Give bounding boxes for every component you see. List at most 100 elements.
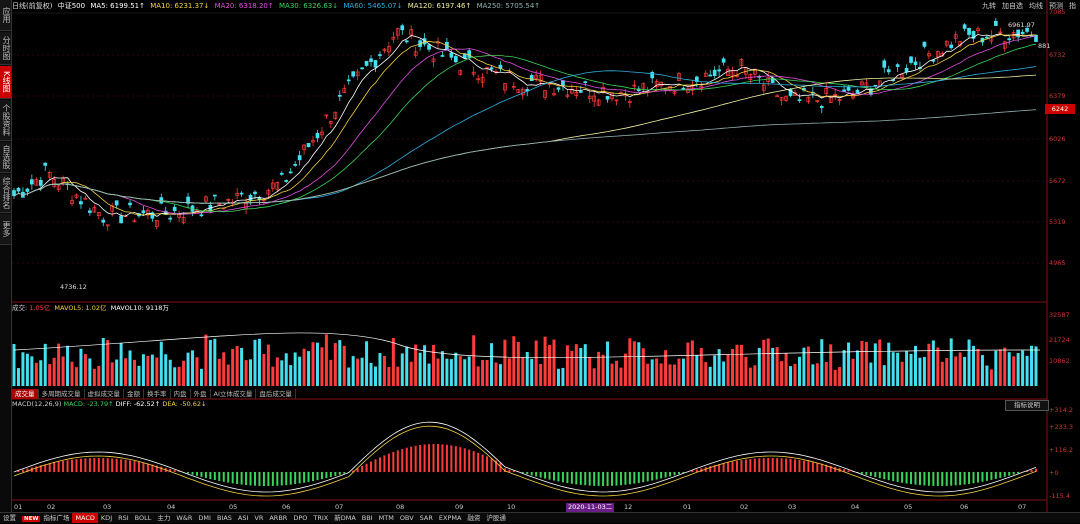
candle-body bbox=[316, 133, 319, 138]
volume-bar bbox=[115, 360, 118, 386]
volume-tab-4[interactable]: 换手率 bbox=[144, 389, 171, 399]
macd-bar bbox=[732, 461, 734, 472]
bottom-tab-19[interactable]: OBV bbox=[397, 513, 417, 523]
candle-body bbox=[910, 57, 913, 63]
bottom-tab-14[interactable]: DPO bbox=[290, 513, 310, 523]
bottom-tab-6[interactable]: BOLL bbox=[132, 513, 155, 523]
macd-bar bbox=[723, 463, 725, 472]
bottom-tab-8[interactable]: W&R bbox=[173, 513, 195, 523]
volume-bar bbox=[48, 364, 51, 386]
volume-bar bbox=[624, 354, 627, 386]
volume-bar bbox=[950, 338, 953, 386]
volume-bar bbox=[981, 355, 984, 386]
volume-bar bbox=[785, 353, 788, 386]
macd-bar bbox=[834, 467, 836, 472]
volume-bar bbox=[253, 340, 256, 386]
volume-bar bbox=[503, 340, 506, 386]
bottom-tab-7[interactable]: 主力 bbox=[154, 513, 173, 523]
bottom-tab-11[interactable]: ASI bbox=[235, 513, 252, 523]
bottom-tab-1[interactable]: NEW bbox=[22, 516, 40, 522]
bottom-tab-0[interactable]: 设置 bbox=[0, 513, 19, 523]
volume-bar bbox=[566, 345, 569, 386]
volume-bar bbox=[910, 354, 913, 386]
kline-chart[interactable] bbox=[0, 0, 1080, 523]
bottom-tab-12[interactable]: VR bbox=[251, 513, 266, 523]
bottom-tab-15[interactable]: TRIX bbox=[310, 513, 331, 523]
volume-bar bbox=[985, 366, 988, 386]
volume-tab-3[interactable]: 金额 bbox=[124, 389, 144, 399]
bottom-tab-17[interactable]: BBI bbox=[359, 513, 376, 523]
volume-bar bbox=[405, 347, 408, 386]
volume-bar bbox=[195, 357, 198, 386]
macd-bar bbox=[459, 447, 461, 472]
bottom-tab-3[interactable]: MACD bbox=[72, 513, 97, 523]
macd-bar bbox=[477, 453, 479, 472]
volume-bar bbox=[548, 345, 551, 386]
macd-bar bbox=[473, 451, 475, 472]
bottom-tab-22[interactable]: 融资 bbox=[464, 513, 483, 523]
macd-bar bbox=[674, 472, 676, 475]
macd-bar bbox=[883, 472, 885, 479]
macd-bar bbox=[321, 472, 323, 479]
volume-bar bbox=[722, 361, 725, 386]
volume-bar bbox=[218, 359, 221, 386]
candle-body bbox=[490, 68, 493, 69]
volume-bar bbox=[124, 358, 127, 386]
volume-bar bbox=[204, 335, 207, 386]
bottom-tab-5[interactable]: RSI bbox=[115, 513, 132, 523]
bottom-tab-13[interactable]: ARBR bbox=[266, 513, 290, 523]
macd-bar bbox=[803, 461, 805, 472]
macd-bar bbox=[624, 472, 626, 485]
volume-bar bbox=[994, 351, 997, 386]
volume-tab-8[interactable]: 盘后成交量 bbox=[256, 389, 296, 399]
macd-bar bbox=[531, 472, 533, 475]
macd-bar bbox=[147, 464, 149, 472]
volume-bar bbox=[494, 363, 497, 386]
volume-tab-7[interactable]: AI立体成交量 bbox=[211, 389, 257, 399]
bottom-tab-2[interactable]: 指标广场 bbox=[40, 513, 72, 523]
date-axis-label: 12 bbox=[624, 503, 632, 511]
volume-tab-5[interactable]: 内盘 bbox=[171, 389, 191, 399]
macd-bar bbox=[781, 458, 783, 472]
macd-bar bbox=[937, 472, 939, 486]
volume-bar bbox=[905, 351, 908, 386]
macd-bar bbox=[254, 472, 256, 486]
bottom-tab-21[interactable]: EXPMA bbox=[436, 513, 465, 523]
macd-bar bbox=[486, 456, 488, 472]
volume-tab-2[interactable]: 虚拟成交量 bbox=[85, 389, 125, 399]
bottom-tab-9[interactable]: DMI bbox=[195, 513, 214, 523]
macd-bar bbox=[575, 472, 577, 484]
bottom-tab-4[interactable]: KDJ bbox=[98, 513, 115, 523]
candle-body bbox=[213, 195, 216, 196]
macd-bar bbox=[696, 469, 698, 472]
macd-bar bbox=[102, 458, 104, 472]
macd-bar bbox=[209, 472, 211, 479]
volume-bar bbox=[329, 360, 332, 386]
indicator-help-button[interactable]: 指标说明 bbox=[1005, 400, 1049, 411]
volume-tab-0[interactable]: 成交量 bbox=[12, 389, 39, 399]
bottom-tab-20[interactable]: SAR bbox=[417, 513, 436, 523]
volume-axis-label: 21724 bbox=[1049, 336, 1070, 344]
macd-bar bbox=[647, 472, 649, 481]
volume-bar bbox=[271, 367, 274, 386]
volume-tab-1[interactable]: 多周期成交量 bbox=[39, 389, 85, 399]
volume-bar bbox=[1026, 356, 1029, 386]
macd-bar bbox=[540, 472, 542, 478]
bottom-tab-10[interactable]: BIAS bbox=[214, 513, 235, 523]
date-axis-label: 03 bbox=[103, 503, 111, 511]
macd-bar bbox=[790, 459, 792, 472]
bottom-tab-16[interactable]: 新DMA bbox=[331, 513, 359, 523]
candle-body bbox=[1021, 32, 1024, 33]
volume-bar bbox=[245, 360, 248, 386]
macd-bar bbox=[861, 472, 863, 474]
bottom-tab-23[interactable]: 沪股通 bbox=[483, 513, 509, 523]
volume-tab-6[interactable]: 外盘 bbox=[191, 389, 211, 399]
macd-bar bbox=[22, 470, 24, 472]
volume-bar bbox=[874, 343, 877, 386]
macd-bar bbox=[906, 472, 908, 483]
macd-bar bbox=[615, 472, 617, 486]
mavol5-value: MAVOL5: 1.02亿 bbox=[54, 304, 106, 312]
bottom-tab-18[interactable]: MTM bbox=[376, 513, 397, 523]
volume-bar bbox=[727, 354, 730, 386]
date-axis-label: 05 bbox=[229, 503, 237, 511]
